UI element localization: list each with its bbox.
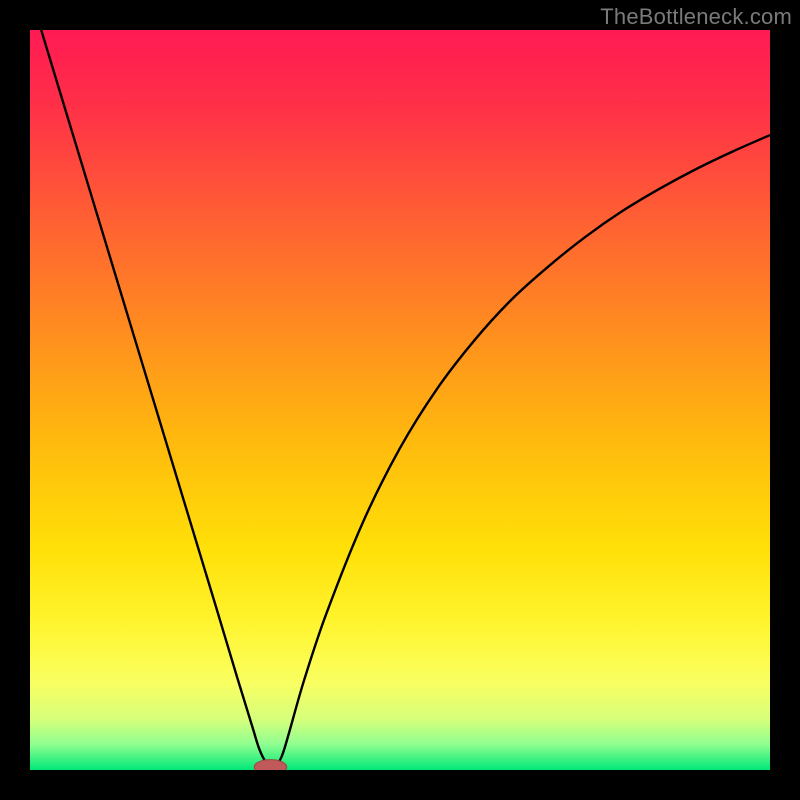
- plot-area: [30, 30, 770, 770]
- gradient-background: [30, 30, 770, 770]
- chart-frame: TheBottleneck.com: [0, 0, 800, 800]
- watermark-text: TheBottleneck.com: [600, 4, 792, 30]
- plot-svg: [30, 30, 770, 770]
